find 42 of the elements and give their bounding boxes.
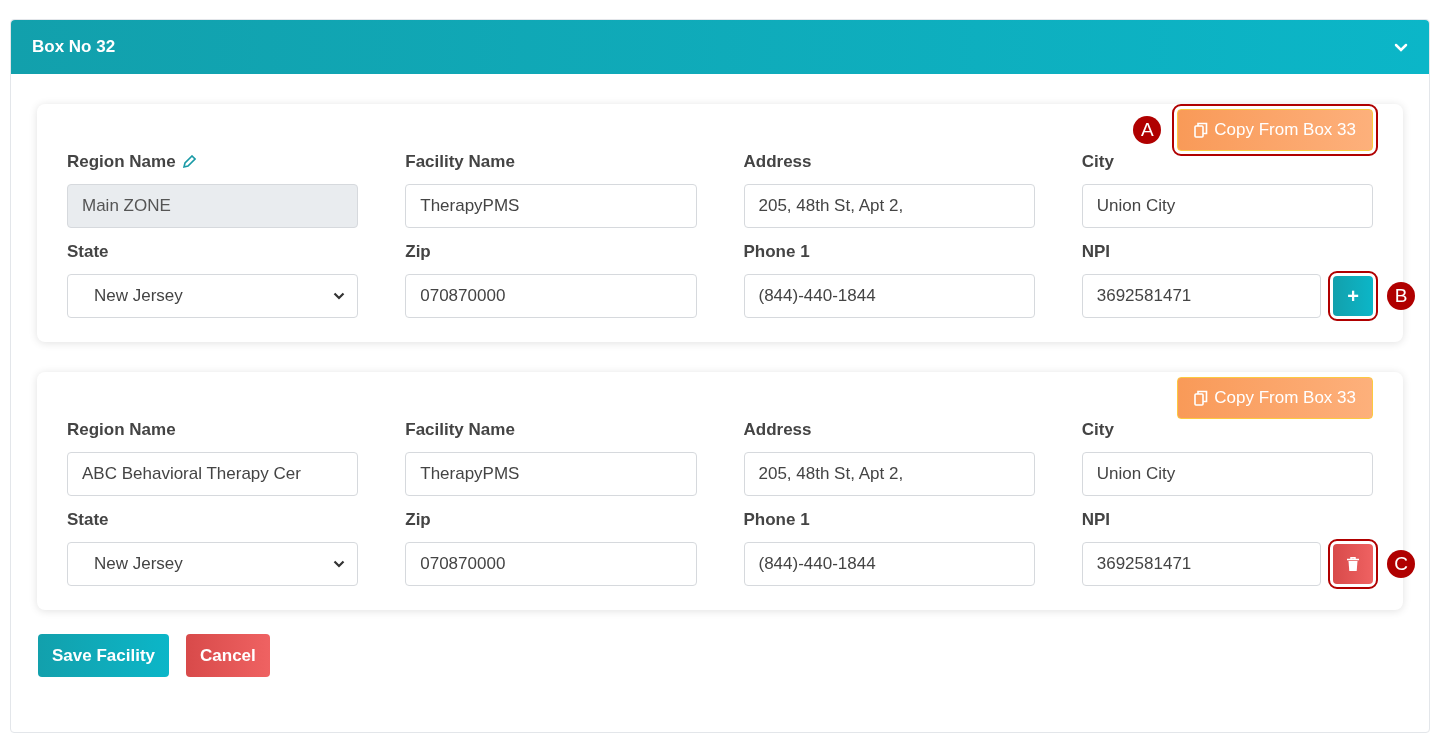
input-field[interactable]: 3692581471 — [1081, 542, 1321, 586]
input-field[interactable]: 3692581471 — [1081, 274, 1321, 318]
input-field[interactable]: TherapyPMS — [405, 184, 697, 228]
field-label: Phone 1 — [743, 509, 810, 532]
field-label: City — [1081, 419, 1114, 442]
input-field[interactable]: TherapyPMS — [405, 452, 697, 496]
field-label: NPI — [1081, 241, 1111, 264]
input-field[interactable]: 070870000 — [405, 542, 697, 586]
input-field[interactable]: Union City — [1081, 452, 1373, 496]
cancel-button[interactable]: Cancel — [186, 634, 270, 677]
input-field[interactable]: ABC Behavioral Therapy Cer — [67, 452, 359, 496]
field-label: NPI — [1081, 509, 1111, 532]
input-field[interactable]: (844)-440-1844 — [743, 274, 1035, 318]
field-label: Zip — [405, 509, 431, 532]
chevron-down-icon — [333, 560, 346, 568]
input-field[interactable]: (844)-440-1844 — [743, 542, 1035, 586]
state-dropdown[interactable]: New Jersey — [67, 274, 359, 318]
field-label: State — [67, 509, 109, 532]
chevron-down-icon — [333, 292, 346, 300]
field-label: Zip — [405, 241, 431, 264]
input-field[interactable]: Union City — [1081, 184, 1373, 228]
callout-marker: C — [1387, 550, 1415, 578]
field-label: State — [67, 241, 109, 264]
state-dropdown[interactable]: New Jersey — [67, 542, 359, 586]
trash-icon — [1347, 557, 1359, 571]
field-label: City — [1081, 151, 1114, 174]
field-label: Facility Name — [405, 419, 515, 442]
chevron-down-icon — [1394, 42, 1408, 52]
callout-marker: B — [1387, 282, 1415, 310]
panel-title: Box No 32 — [32, 36, 116, 59]
field-label: Address — [743, 151, 812, 174]
field-label: Address — [743, 419, 812, 442]
copy-icon — [1194, 390, 1209, 406]
input-field[interactable]: 205, 48th St, Apt 2, — [743, 184, 1035, 228]
input-field[interactable]: 070870000 — [405, 274, 697, 318]
field-label: Region Name — [67, 419, 176, 442]
input-field[interactable]: 205, 48th St, Apt 2, — [743, 452, 1035, 496]
copy-icon — [1194, 122, 1209, 138]
field-label: Region Name — [67, 151, 176, 174]
field-label: Facility Name — [405, 151, 515, 174]
field-label: Phone 1 — [743, 241, 810, 264]
callout-marker: A — [1133, 116, 1162, 144]
